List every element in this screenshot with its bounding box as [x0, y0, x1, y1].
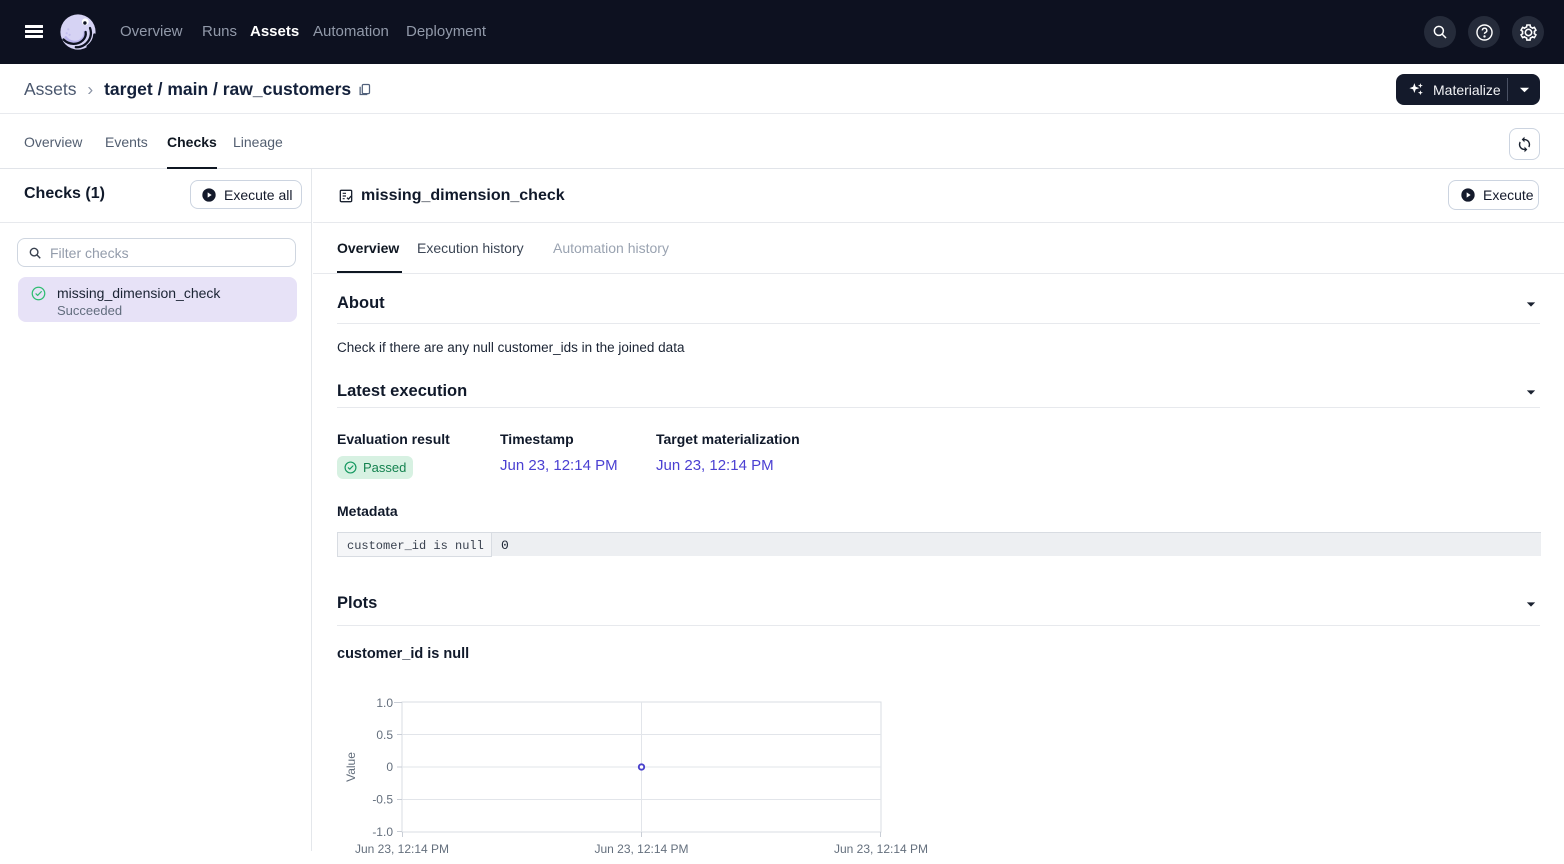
svg-text:-1.0: -1.0 [372, 825, 393, 839]
svg-text:1.0: 1.0 [376, 696, 393, 710]
svg-text:0.5: 0.5 [376, 728, 393, 742]
svg-text:Jun 23, 12:14 PM: Jun 23, 12:14 PM [594, 842, 688, 856]
svg-text:0: 0 [386, 760, 393, 774]
svg-text:Jun 23, 12:14 PM: Jun 23, 12:14 PM [834, 842, 928, 856]
svg-text:-0.5: -0.5 [372, 793, 393, 807]
svg-text:Value: Value [344, 752, 358, 782]
svg-text:Jun 23, 12:14 PM: Jun 23, 12:14 PM [355, 842, 449, 856]
